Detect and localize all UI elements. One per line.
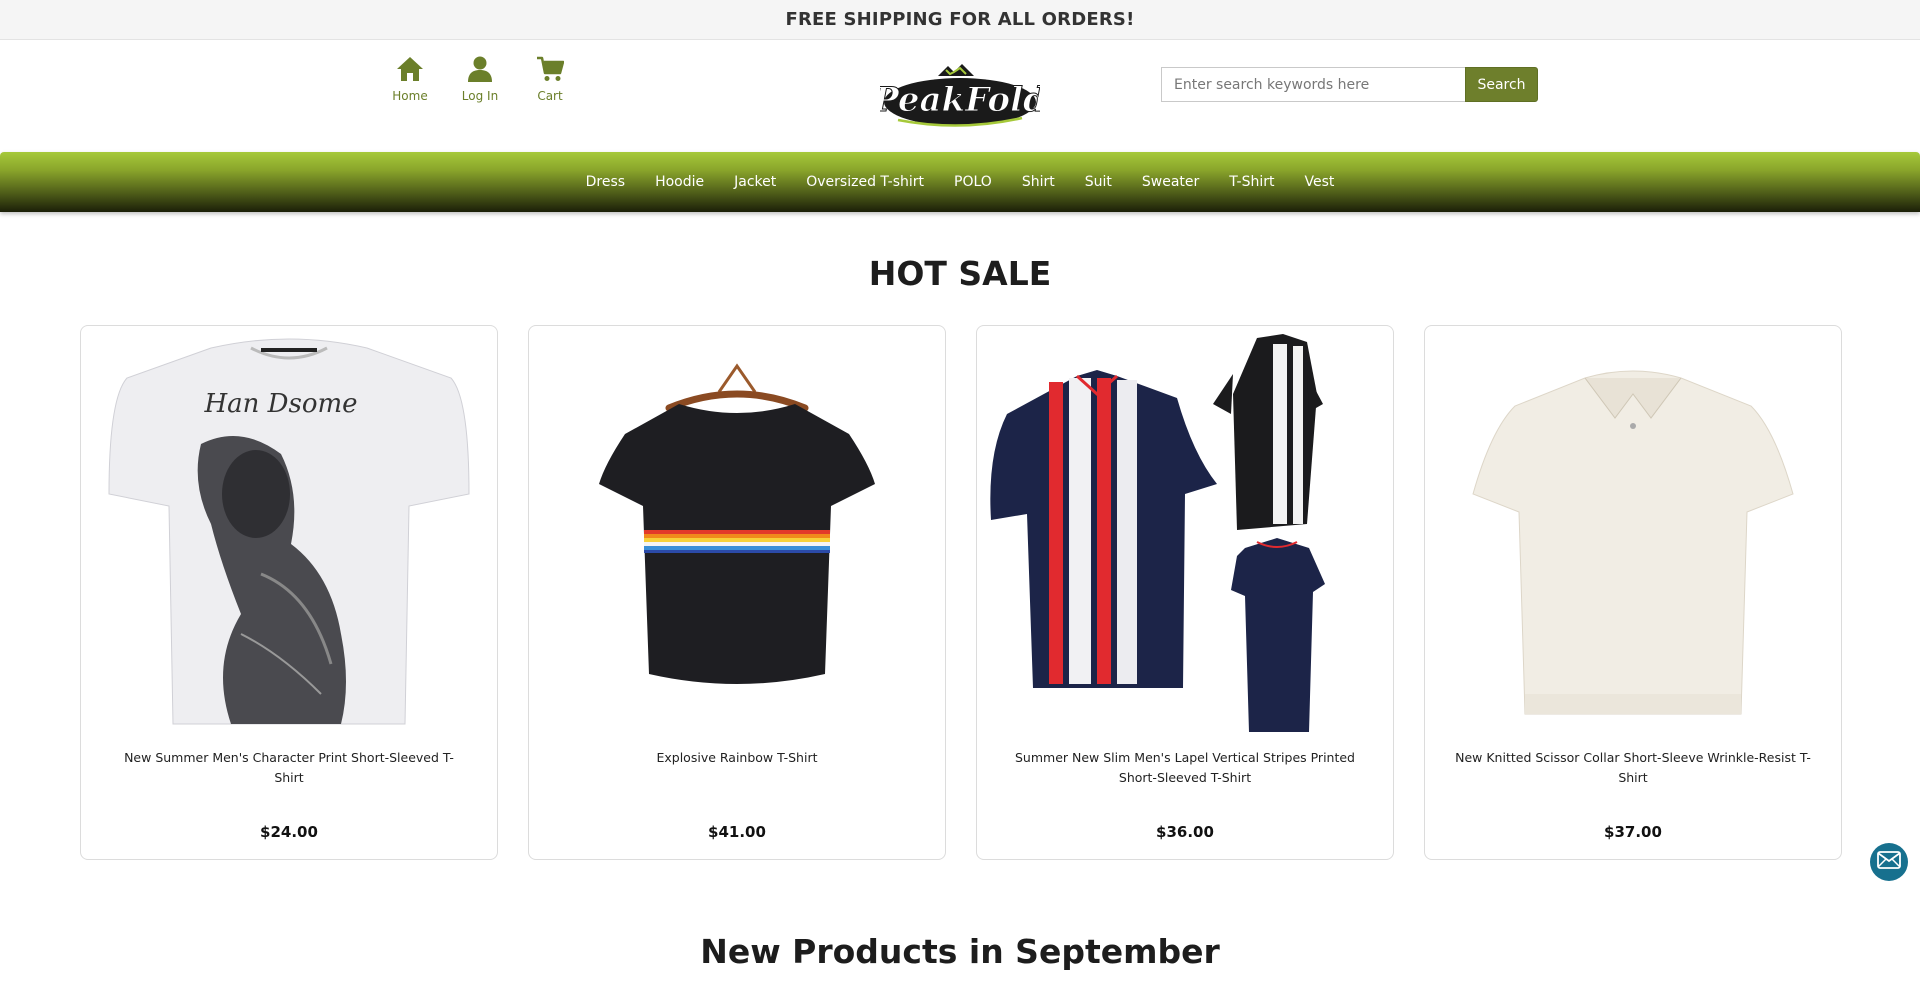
mail-icon bbox=[1877, 850, 1901, 874]
announcement-bar: FREE SHIPPING FOR ALL ORDERS! bbox=[0, 0, 1920, 40]
home-link[interactable]: Home bbox=[375, 54, 445, 103]
product-card[interactable]: Explosive Rainbow T-Shirt $41.00 bbox=[528, 325, 946, 860]
hot-sale-products: Han Dsome New Summer Men's Character Pri… bbox=[80, 325, 1842, 860]
search-input[interactable] bbox=[1161, 67, 1465, 102]
product-image[interactable] bbox=[987, 334, 1383, 732]
product-card[interactable]: Han Dsome New Summer Men's Character Pri… bbox=[80, 325, 498, 860]
site-header: Home Log In Cart PeakFold Search bbox=[0, 40, 1920, 152]
product-price: $41.00 bbox=[708, 823, 766, 841]
header-nav: Home Log In Cart bbox=[375, 54, 585, 103]
category-jacket[interactable]: Jacket bbox=[719, 174, 791, 190]
category-nav: Dress Hoodie Jacket Oversized T-shirt PO… bbox=[0, 152, 1920, 212]
print-lettering: Han Dsome bbox=[203, 389, 357, 419]
category-sweater[interactable]: Sweater bbox=[1127, 174, 1214, 190]
cart-label: Cart bbox=[537, 89, 563, 103]
category-oversized-tshirt[interactable]: Oversized T-shirt bbox=[791, 174, 939, 190]
category-hoodie[interactable]: Hoodie bbox=[640, 174, 719, 190]
site-logo[interactable]: PeakFold bbox=[872, 62, 1047, 132]
home-label: Home bbox=[392, 89, 428, 103]
product-card[interactable]: New Knitted Scissor Collar Short-Sleeve … bbox=[1424, 325, 1842, 860]
home-icon bbox=[395, 54, 425, 84]
login-label: Log In bbox=[461, 89, 499, 103]
product-image[interactable] bbox=[1435, 334, 1831, 732]
category-shirt[interactable]: Shirt bbox=[1007, 174, 1070, 190]
product-name[interactable]: New Knitted Scissor Collar Short-Sleeve … bbox=[1455, 748, 1811, 788]
hot-sale-title: HOT SALE bbox=[868, 254, 1052, 293]
product-price: $37.00 bbox=[1604, 823, 1662, 841]
category-tshirt[interactable]: T-Shirt bbox=[1214, 174, 1289, 190]
category-vest[interactable]: Vest bbox=[1289, 174, 1349, 190]
product-name[interactable]: Explosive Rainbow T-Shirt bbox=[559, 748, 915, 768]
product-name[interactable]: New Summer Men's Character Print Short-S… bbox=[111, 748, 467, 788]
user-icon bbox=[465, 54, 495, 84]
login-link[interactable]: Log In bbox=[445, 54, 515, 103]
product-image[interactable] bbox=[539, 334, 935, 732]
product-image[interactable]: Han Dsome bbox=[91, 334, 487, 732]
contact-button[interactable] bbox=[1870, 843, 1908, 881]
category-polo[interactable]: POLO bbox=[939, 174, 1007, 190]
search-bar: Search bbox=[1161, 67, 1538, 102]
cart-link[interactable]: Cart bbox=[515, 54, 585, 103]
search-button[interactable]: Search bbox=[1465, 67, 1538, 102]
new-products-title: New Products in September bbox=[700, 932, 1220, 971]
product-price: $36.00 bbox=[1156, 823, 1214, 841]
category-dress[interactable]: Dress bbox=[571, 174, 640, 190]
product-name[interactable]: Summer New Slim Men's Lapel Vertical Str… bbox=[1007, 748, 1363, 788]
category-suit[interactable]: Suit bbox=[1070, 174, 1127, 190]
announcement-text: FREE SHIPPING FOR ALL ORDERS! bbox=[785, 9, 1135, 30]
product-card[interactable]: Summer New Slim Men's Lapel Vertical Str… bbox=[976, 325, 1394, 860]
cart-icon bbox=[535, 54, 565, 84]
svg-text:PeakFold: PeakFold bbox=[880, 80, 1040, 120]
product-price: $24.00 bbox=[260, 823, 318, 841]
